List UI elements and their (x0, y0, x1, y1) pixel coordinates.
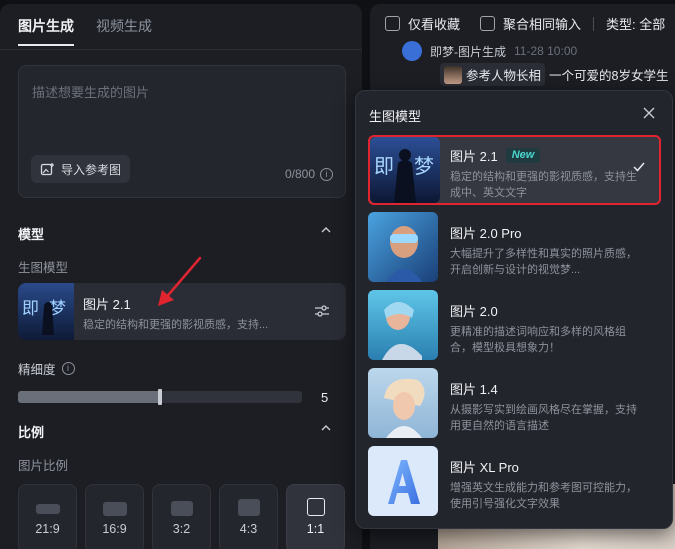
fineness-label-text: 精细度 (18, 363, 56, 377)
model-option-2-1[interactable]: 即 梦 图片 2.1 New 稳定的结构和更强的影视质感，支持生成中、英文文字 (368, 135, 661, 205)
ratio-label: 1:1 (306, 522, 325, 536)
image-add-icon (40, 162, 54, 175)
ratio-option-4-3[interactable]: 4:3 (219, 484, 278, 549)
char-counter: 0/800 i (285, 167, 333, 181)
checkmark-icon (633, 162, 645, 172)
selected-model-desc: 稳定的结构和更强的影视质感，支持... (83, 319, 269, 331)
model-option-name: 图片 1.4 (450, 379, 498, 398)
model-1-4-thumb (368, 368, 438, 438)
model-option-desc: 大幅提升了多样性和真实的照片质感，开启创新与设计的视觉梦... (450, 248, 637, 276)
model-option-name: 图片 2.1 New (450, 146, 541, 165)
ratio-label: 3:2 (172, 522, 191, 536)
model-option-name: 图片 2.0 Pro (450, 223, 522, 242)
prompt-input[interactable]: 描述想要生成的图片 导入参考图 0/800 i (18, 65, 346, 198)
reference-chip[interactable]: 参考人物长相 (440, 63, 546, 86)
tab-divider (0, 49, 362, 50)
model-xl-pro-thumb (368, 446, 438, 516)
feed-prompt-text: 一个可爱的8岁女学生 (549, 69, 669, 83)
feed-item-prompt: 参考人物长相 一个可爱的8岁女学生 (440, 63, 668, 86)
ratio-label: 4:3 (239, 522, 258, 536)
ratio-shape-icon (102, 502, 127, 516)
reference-avatar (444, 65, 462, 84)
model-2-0-thumb (368, 290, 438, 360)
red-arrow-annotation (158, 256, 202, 306)
left-panel: 图片生成 视频生成 描述想要生成的图片 导入参考图 0/800 i 模型 生图模… (0, 4, 362, 549)
app-root: 图片生成 视频生成 描述想要生成的图片 导入参考图 0/800 i 模型 生图模… (0, 0, 675, 549)
ratio-section-title: 比例 (18, 425, 45, 440)
feed-source: 即梦-图片生成 (430, 44, 506, 59)
ratio-label: 21:9 (35, 522, 60, 536)
fineness-value: 5 (321, 390, 329, 405)
model-option-desc: 增强英文生成能力和参考图可控能力，使用引号强化文字效果 (450, 482, 637, 510)
selected-model-name: 图片 2.1 (83, 297, 131, 312)
model-option-2-0[interactable]: 图片 2.0 更精准的描述词响应和多样的风格组合，模型极具想象力！ (368, 290, 661, 360)
only-favorites-label: 仅看收藏 (408, 17, 461, 32)
model-option-desc: 更精准的描述词响应和多样的风格组合，模型极具想象力！ (450, 326, 626, 354)
ratio-option-21-9[interactable]: 21:9 (18, 484, 77, 549)
model-2-1-thumb: 即 梦 (370, 137, 440, 203)
settings-sliders-icon[interactable] (314, 304, 330, 318)
model-2-0-pro-thumb (368, 212, 438, 282)
prompt-placeholder: 描述想要生成的图片 (32, 85, 150, 100)
svg-text:梦: 梦 (414, 154, 434, 178)
ratio-option-16-9[interactable]: 16:9 (85, 484, 144, 549)
fineness-label: 精细度 i (18, 359, 75, 378)
feed-date: 11-28 10:00 (514, 44, 578, 58)
model-option-desc: 稳定的结构和更强的影视质感，支持生成中、英文文字 (450, 171, 637, 199)
popup-title: 生图模型 (369, 109, 422, 124)
model-option-name-text: 图片 XL Pro (450, 460, 519, 475)
merge-inputs-checkbox[interactable] (480, 16, 496, 31)
model-option-name: 图片 XL Pro (450, 457, 519, 476)
model-option-desc: 从摄影写实到绘画风格尽在掌握，支持用更自然的语言描述 (450, 404, 637, 432)
only-favorites-checkbox[interactable] (385, 16, 400, 31)
filter-divider (593, 16, 595, 31)
chevron-up-icon[interactable] (321, 225, 331, 235)
model-option-name-text: 图片 1.4 (450, 382, 498, 397)
chevron-up-icon[interactable] (321, 423, 331, 433)
ratio-shape-icon (237, 499, 260, 516)
ratio-sub-label: 图片比例 (18, 459, 69, 473)
char-counter-value: 0/800 (284, 167, 315, 181)
model-option-name-text: 图片 2.0 (450, 304, 498, 319)
new-badge: New (505, 148, 541, 163)
import-reference-label: 导入参考图 (61, 162, 122, 177)
svg-text:即: 即 (374, 154, 394, 178)
jimeng-logo-icon (402, 41, 422, 61)
history-filters: 仅看收藏 聚合相同输入 类型: 全部 (385, 14, 665, 33)
ratio-shape-icon (170, 501, 193, 516)
merge-inputs-label: 聚合相同输入 (503, 17, 582, 32)
mode-tabs: 图片生成 视频生成 (18, 16, 152, 46)
ratio-label: 16:9 (102, 522, 127, 536)
tab-image-generation[interactable]: 图片生成 (18, 16, 74, 46)
ratio-shape-icon (306, 498, 325, 516)
model-option-1-4[interactable]: 图片 1.4 从摄影写实到绘画风格尽在掌握，支持用更自然的语言描述 (368, 368, 661, 438)
model-sub-label: 生图模型 (18, 261, 69, 275)
tab-video-generation[interactable]: 视频生成 (96, 16, 152, 46)
info-icon[interactable]: i (320, 167, 333, 181)
model-picker-popup: 生图模型 即 梦 图片 2.1 New 稳定的结构和更强的影视质感，支持生成中、 (355, 90, 673, 529)
type-filter-dropdown[interactable]: 类型: 全部 (606, 14, 665, 33)
model-option-name-text: 图片 2.1 (450, 149, 498, 164)
import-reference-button[interactable]: 导入参考图 (31, 155, 131, 183)
model-option-name-text: 图片 2.0 Pro (450, 226, 522, 241)
ratio-option-3-2[interactable]: 3:2 (152, 484, 211, 549)
info-icon[interactable]: i (61, 362, 75, 375)
model-option-name: 图片 2.0 (450, 301, 498, 320)
ratio-options: 21:9 16:9 3:2 4:3 1:1 (18, 484, 345, 549)
model-option-xl-pro[interactable]: 图片 XL Pro 增强英文生成能力和参考图可控能力，使用引号强化文字效果 (368, 446, 661, 516)
reference-chip-label: 参考人物长相 (466, 69, 542, 83)
fineness-slider[interactable] (18, 389, 302, 405)
ratio-option-1-1[interactable]: 1:1 (286, 484, 345, 549)
fineness-slider-fill (18, 391, 160, 403)
model-section-title: 模型 (18, 227, 45, 242)
feed-item-header: 即梦-图片生成 11-28 10:00 (402, 41, 577, 61)
ratio-shape-icon (35, 504, 60, 514)
model-option-2-0-pro[interactable]: 图片 2.0 Pro 大幅提升了多样性和真实的照片质感，开启创新与设计的视觉梦.… (368, 212, 661, 282)
fineness-slider-handle[interactable] (158, 389, 162, 405)
svg-text:即: 即 (22, 299, 39, 319)
selected-model-thumb: 即 梦 (18, 283, 74, 340)
close-icon[interactable] (642, 106, 656, 120)
